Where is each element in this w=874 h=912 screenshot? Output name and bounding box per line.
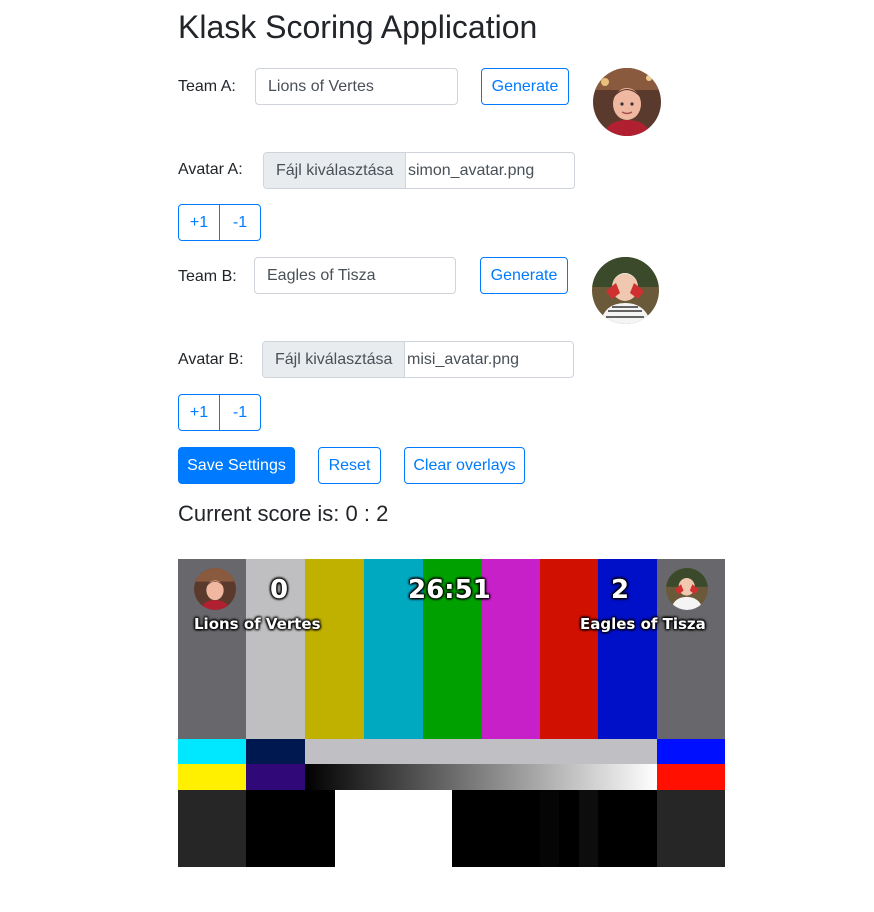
page-title: Klask Scoring Application xyxy=(178,9,538,45)
bar-bottom-pluge-3 xyxy=(579,790,598,867)
avatar-b-label: Avatar B: xyxy=(178,351,244,368)
team-a-generate-button[interactable]: Generate xyxy=(481,68,569,105)
team-a-label: Team A: xyxy=(178,78,236,95)
overlay-avatar-b xyxy=(666,568,708,610)
overlay-score-b: 2 xyxy=(611,575,630,605)
bar-bottom-black-3 xyxy=(598,790,657,867)
bar-low-purple xyxy=(246,764,305,790)
bar-bottom-pluge-2 xyxy=(559,790,579,867)
bar-bottom-white xyxy=(335,790,452,867)
current-score: Current score is: 0 : 2 xyxy=(178,501,389,526)
team-b-generate-button[interactable]: Generate xyxy=(480,257,568,294)
team-b-score-stepper: +1 -1 xyxy=(178,394,261,431)
overlay-preview: 0 26:51 2 Lions of Vertes Eagles of Tisz… xyxy=(178,559,725,867)
team-b-plus-button[interactable]: +1 xyxy=(179,395,219,430)
avatar-b-file-button[interactable]: Fájl kiválasztása xyxy=(263,342,406,377)
team-b-label: Team B: xyxy=(178,268,237,285)
clear-overlays-button[interactable]: Clear overlays xyxy=(404,447,525,484)
overlay-timer: 26:51 xyxy=(408,575,491,605)
overlay-name-b: Eagles of Tisza xyxy=(580,615,706,633)
bar-bottom-black-2 xyxy=(452,790,540,867)
overlay-name-a: Lions of Vertes xyxy=(194,615,321,633)
save-settings-button[interactable]: Save Settings xyxy=(178,447,295,484)
bar-bottom-pluge-1 xyxy=(540,790,559,867)
bar-low-red xyxy=(657,764,725,790)
bar-low-yellow xyxy=(178,764,246,790)
reset-button[interactable]: Reset xyxy=(318,447,381,484)
overlay-avatar-a xyxy=(194,568,236,610)
avatar-b-file-input[interactable]: Fájl kiválasztása misi_avatar.png xyxy=(262,341,574,378)
avatar-a-label: Avatar A: xyxy=(178,161,243,178)
bar-red xyxy=(540,559,598,739)
bar-mid-navy xyxy=(246,739,305,764)
bar-mid-blue xyxy=(657,739,725,764)
bar-bottom-black-1 xyxy=(246,790,335,867)
team-a-minus-button[interactable]: -1 xyxy=(219,205,260,240)
bar-low-gradient xyxy=(305,764,657,790)
avatar-b-file-name: misi_avatar.png xyxy=(407,351,520,368)
bar-bottom-dark-right xyxy=(657,790,725,867)
team-b-minus-button[interactable]: -1 xyxy=(219,395,260,430)
overlay-score-a: 0 xyxy=(270,575,289,605)
team-a-avatar xyxy=(593,68,661,136)
avatar-a-file-input[interactable]: Fájl kiválasztása simon_avatar.png xyxy=(263,152,575,189)
bar-mid-silver xyxy=(305,739,657,764)
bar-mid-cyan xyxy=(178,739,246,764)
bar-bottom-dark-left xyxy=(178,790,246,867)
team-a-score-stepper: +1 -1 xyxy=(178,204,261,241)
team-b-avatar xyxy=(592,257,659,324)
team-b-name-input[interactable]: Eagles of Tisza xyxy=(254,257,456,294)
bar-yellow xyxy=(305,559,364,739)
avatar-a-file-button[interactable]: Fájl kiválasztása xyxy=(264,153,407,188)
avatar-a-file-name: simon_avatar.png xyxy=(408,162,535,179)
team-a-name-input[interactable]: Lions of Vertes xyxy=(255,68,458,105)
team-a-plus-button[interactable]: +1 xyxy=(179,205,219,240)
